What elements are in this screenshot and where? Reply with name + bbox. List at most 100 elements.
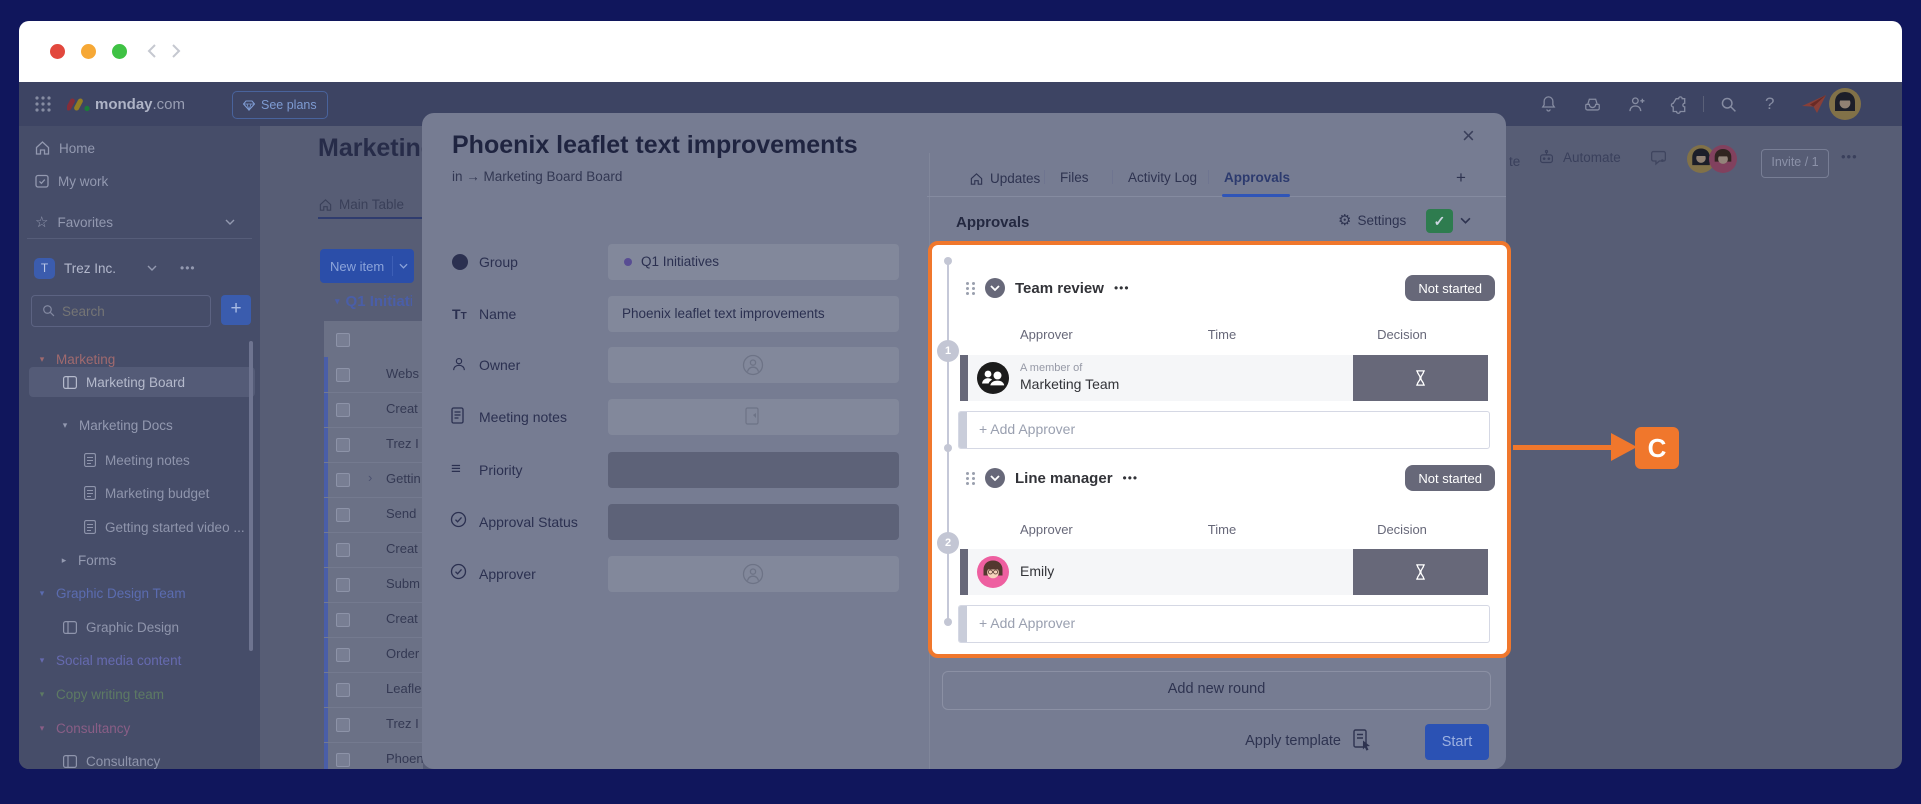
integrate-button[interactable]: te <box>1509 154 1527 169</box>
table-row[interactable]: Leafle <box>324 672 423 708</box>
collapse-round-icon[interactable] <box>985 468 1005 488</box>
invite-members-icon[interactable] <box>1627 95 1647 114</box>
apps-marketplace-puzzle-icon[interactable] <box>1669 95 1689 114</box>
workspace-selector[interactable]: T Trez Inc. ••• <box>34 257 239 279</box>
sidebar-search[interactable] <box>31 295 211 327</box>
chat-icon[interactable] <box>1649 149 1668 167</box>
sidebar-folder-forms[interactable]: ▸ Forms <box>59 549 116 571</box>
monday-logo-icon[interactable] <box>67 95 91 113</box>
tab-main-table[interactable]: Main Table <box>319 197 404 212</box>
sidebar-folder-social-media[interactable]: ▾ Social media content <box>37 649 181 671</box>
row-checkbox[interactable] <box>336 403 350 417</box>
sidebar-item-marketing-board[interactable]: Marketing Board <box>63 371 185 393</box>
tab-activity-log[interactable]: Activity Log <box>1128 170 1197 185</box>
group-header[interactable]: ▾ Q1 Initiatives <box>335 293 412 310</box>
close-window-button[interactable] <box>50 44 65 59</box>
table-row[interactable]: Order <box>324 637 423 673</box>
approver-row[interactable]: A member of Marketing Team <box>960 355 1488 401</box>
row-checkbox[interactable] <box>336 508 350 522</box>
sidebar-scrollbar[interactable] <box>249 341 253 651</box>
sidebar-doc-getting-started[interactable]: Getting started video ... <box>84 516 245 538</box>
workspace-menu-icon[interactable]: ••• <box>180 261 196 275</box>
approver-row[interactable]: Emily <box>960 549 1488 595</box>
sidebar-folder-copy-writing[interactable]: ▾ Copy writing team <box>37 683 164 705</box>
monday-logo-text[interactable]: monday.com <box>95 96 185 113</box>
sidebar-item-home[interactable]: Home <box>35 137 95 159</box>
user-avatar[interactable] <box>1829 88 1861 120</box>
table-row[interactable]: Trez I <box>324 707 423 743</box>
add-board-button[interactable]: + <box>221 295 251 325</box>
apply-template-button[interactable]: Apply template <box>1171 733 1341 749</box>
sidebar-item-favorites[interactable]: ☆ Favorites <box>35 211 235 233</box>
row-checkbox[interactable] <box>336 718 350 732</box>
apps-grid-icon[interactable] <box>35 96 51 112</box>
zoom-window-button[interactable] <box>112 44 127 59</box>
collapse-group-icon[interactable]: ▾ <box>335 296 340 307</box>
see-plans-button[interactable]: See plans <box>232 91 328 119</box>
row-checkbox[interactable] <box>336 613 350 627</box>
sidebar-item-graphic-design[interactable]: Graphic Design <box>63 616 179 638</box>
priority-value[interactable] <box>608 452 899 488</box>
invite-button[interactable]: Invite / 1 <box>1761 149 1829 178</box>
table-row[interactable]: Creat <box>324 392 423 428</box>
row-checkbox[interactable] <box>336 438 350 452</box>
add-new-round-button[interactable]: Add new round <box>942 671 1491 710</box>
approver-value[interactable] <box>608 556 899 592</box>
back-icon[interactable] <box>147 43 157 59</box>
chevron-down-icon[interactable] <box>399 263 408 269</box>
table-row[interactable]: › Gettin <box>324 462 423 498</box>
add-tab-button[interactable]: + <box>1456 168 1466 188</box>
row-checkbox[interactable] <box>336 473 350 487</box>
breadcrumb[interactable]: in → Marketing Board Board <box>452 169 622 184</box>
inbox-tray-icon[interactable] <box>1583 95 1602 113</box>
table-row[interactable]: Webs <box>324 357 423 393</box>
help-icon[interactable]: ? <box>1765 94 1774 114</box>
board-menu-icon[interactable]: ••• <box>1841 149 1858 164</box>
sidebar-item-consultancy-board[interactable]: Consultancy <box>63 750 160 769</box>
drag-handle-icon[interactable] <box>966 472 975 485</box>
forward-icon[interactable] <box>171 43 181 59</box>
new-item-button[interactable]: New item <box>320 249 414 283</box>
sidebar-doc-marketing-budget[interactable]: Marketing budget <box>84 482 209 504</box>
chevron-down-icon[interactable] <box>1460 217 1471 224</box>
sidebar-doc-meeting-notes[interactable]: Meeting notes <box>84 449 190 471</box>
sidebar-folder-consultancy[interactable]: ▾ Consultancy <box>37 717 130 739</box>
apply-template-icon[interactable] <box>1353 729 1373 751</box>
tab-approvals[interactable]: Approvals <box>1224 170 1290 185</box>
table-row[interactable]: Subm <box>324 567 423 603</box>
table-row[interactable]: Creat <box>324 532 423 568</box>
row-checkbox[interactable] <box>336 753 350 767</box>
table-row[interactable]: Creat <box>324 602 423 638</box>
start-button[interactable]: Start <box>1425 724 1489 760</box>
approval-status-selector[interactable]: ✓ <box>1426 209 1453 233</box>
row-checkbox[interactable] <box>336 648 350 662</box>
row-checkbox[interactable] <box>336 368 350 382</box>
tab-files[interactable]: Files <box>1060 170 1089 185</box>
add-approver-input[interactable]: + Add Approver <box>958 411 1490 449</box>
row-checkbox[interactable] <box>336 683 350 697</box>
meeting-notes-value[interactable] <box>608 399 899 435</box>
tab-updates[interactable]: Updates <box>970 171 1040 186</box>
approvals-settings-button[interactable]: ⚙ Settings <box>1338 211 1406 229</box>
round-menu-icon[interactable]: ••• <box>1123 471 1139 485</box>
automate-button[interactable]: Automate <box>1538 149 1621 165</box>
collapse-round-icon[interactable] <box>985 278 1005 298</box>
add-approver-input[interactable]: + Add Approver <box>958 605 1490 643</box>
name-value[interactable]: Phoenix leaflet text improvements <box>608 296 899 332</box>
table-row[interactable]: Send <box>324 497 423 533</box>
select-all-checkbox[interactable] <box>336 333 350 347</box>
row-checkbox[interactable] <box>336 543 350 557</box>
sidebar-folder-marketing-docs[interactable]: ▾ Marketing Docs <box>60 414 173 436</box>
drag-handle-icon[interactable] <box>966 282 975 295</box>
close-icon[interactable]: × <box>1462 123 1475 149</box>
notifications-bell-icon[interactable] <box>1539 94 1558 114</box>
expand-item-icon[interactable]: › <box>368 470 372 485</box>
owner-value[interactable] <box>608 347 899 383</box>
sidebar-folder-graphic-design-team[interactable]: ▾ Graphic Design Team <box>37 582 186 604</box>
round-menu-icon[interactable]: ••• <box>1114 281 1130 295</box>
sidebar-item-my-work[interactable]: My work <box>35 170 108 192</box>
table-row[interactable]: Phoen <box>324 742 423 769</box>
search-input[interactable] <box>60 297 204 325</box>
search-icon[interactable] <box>1719 95 1738 114</box>
group-value[interactable]: Q1 Initiatives <box>608 244 899 280</box>
